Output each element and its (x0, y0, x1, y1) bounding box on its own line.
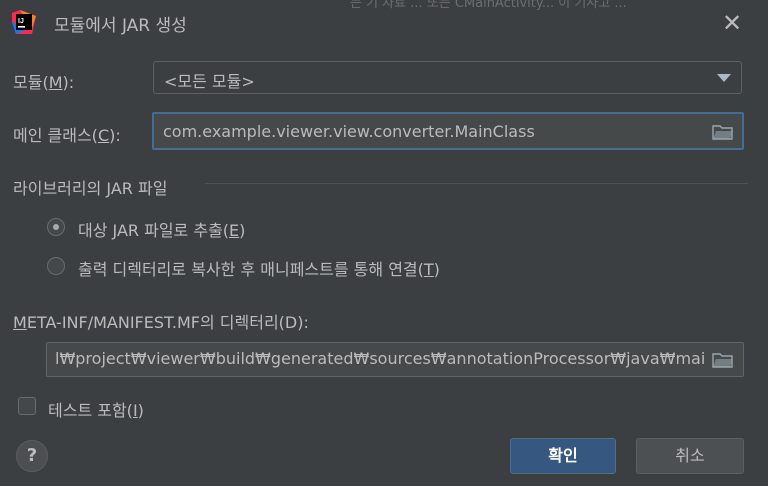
manifest-dir-label: META-INF/MANIFEST.MF의 디렉터리(D): (13, 313, 309, 332)
main-class-input[interactable]: com.example.viewer.view.converter.MainCl… (152, 112, 744, 150)
radio-selected-dot (53, 224, 59, 230)
cancel-button[interactable]: 취소 (636, 438, 744, 474)
main-class-value: com.example.viewer.view.converter.MainCl… (163, 122, 535, 141)
manifest-dir-value: l₩project₩viewer₩build₩generated₩sources… (55, 349, 705, 368)
help-button[interactable]: ? (16, 440, 48, 472)
include-tests-checkbox[interactable] (18, 397, 36, 415)
library-section-title: 라이브러리의 JAR 파일 (13, 179, 168, 198)
manifest-dir-input[interactable]: l₩project₩viewer₩build₩generated₩sources… (46, 342, 744, 377)
dialog-title: 모듈에서 JAR 생성 (54, 16, 187, 36)
module-label: 모듈(M): (13, 73, 75, 92)
intellij-idea-icon: IJ (12, 10, 36, 34)
folder-icon[interactable] (712, 352, 734, 368)
radio-copy-link-label[interactable]: 출력 디렉터리로 복사한 후 매니페스트를 통해 연결(T) (78, 256, 440, 280)
svg-text:IJ: IJ (18, 18, 24, 25)
include-tests-label[interactable]: 테스트 포함(I) (48, 397, 144, 421)
folder-icon[interactable] (712, 124, 734, 140)
radio-extract-label[interactable]: 대상 JAR 파일로 추출(E) (78, 217, 245, 241)
ok-button[interactable]: 확인 (510, 438, 616, 474)
section-divider (205, 183, 748, 184)
background-window-text: 는 기 자료 ... 또는 CMainActivity... 이 기사고 ... (350, 0, 627, 11)
radio-extract[interactable] (47, 218, 65, 236)
chevron-down-icon (717, 74, 731, 82)
close-icon[interactable]: ✕ (718, 9, 746, 37)
module-dropdown-value: <모든 모듈> (164, 72, 255, 91)
module-dropdown[interactable]: <모든 모듈> (153, 61, 742, 94)
main-class-label: 메인 클래스(C): (13, 126, 121, 145)
radio-copy-link[interactable] (47, 257, 65, 275)
